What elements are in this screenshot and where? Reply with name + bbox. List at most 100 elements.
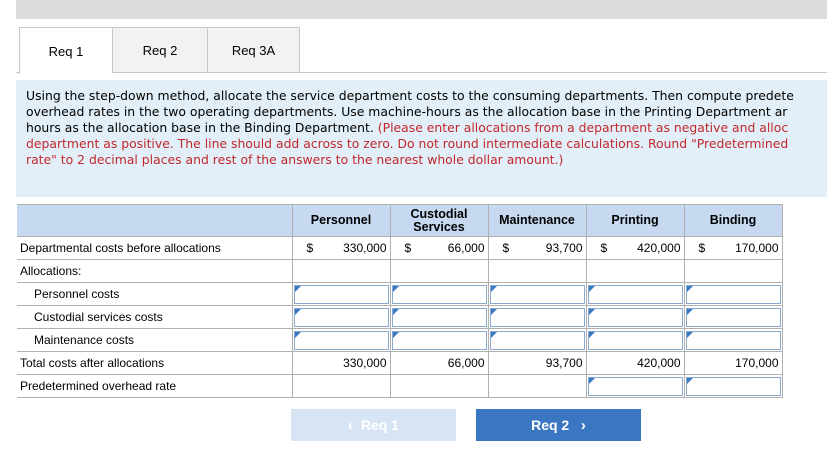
personnel-allocation-personnel-input[interactable] [293,284,389,304]
cell-value: 93,700 [545,241,583,255]
input-cell [389,305,489,329]
value-cell: $170,000 [683,236,783,260]
instructions-line: overhead rates in the two operating depa… [26,104,788,119]
row-label: Departmental costs before allocations [17,236,293,260]
cell-value: 330,000 [343,241,387,255]
tab-req-2[interactable]: Req 2 [112,27,207,73]
maintenance-allocation-custodial-input[interactable] [391,330,487,350]
total-value: 420,000 [585,351,685,375]
input-cell [585,305,685,329]
custodial-allocation-binding-input[interactable] [685,307,781,327]
tab-label: Req 1 [48,43,84,59]
instructions-line: rate" to 2 decimal places and rest of th… [26,152,564,167]
currency-symbol: $ [600,241,608,255]
tab-divider [16,72,19,73]
row-label: Maintenance costs [17,328,293,352]
input-cell [487,305,587,329]
next-req-button[interactable]: Req 2 › [476,409,641,441]
row-label: Allocations: [17,259,293,283]
printing-rate-input[interactable] [587,376,683,396]
instructions-panel: Using the step-down method, allocate the… [16,80,827,197]
header-blank [17,204,293,237]
header-maintenance: Maintenance [487,204,587,237]
input-cell [291,282,391,306]
input-cell [487,328,587,352]
input-cell [291,305,391,329]
empty-cell [291,374,391,398]
table-row: Personnel costs [17,282,783,306]
instructions-text: hours as the allocation base in the Bind… [26,120,378,135]
tab-strip: Req 1 Req 2 Req 3A [19,27,300,74]
row-label: Predetermined overhead rate [17,374,293,398]
maintenance-allocation-maintenance-input[interactable] [489,330,585,350]
header-binding: Binding [683,204,783,237]
cell-value: 170,000 [735,241,779,255]
personnel-allocation-printing-input[interactable] [587,284,683,304]
currency-symbol: $ [502,241,510,255]
maintenance-allocation-binding-input[interactable] [685,330,781,350]
total-value: 330,000 [291,351,391,375]
row-label: Custodial services costs [17,305,293,329]
table-row: Total costs after allocations 330,000 66… [17,351,783,375]
input-cell [389,282,489,306]
total-value: 66,000 [389,351,489,375]
empty-cell [683,259,783,283]
empty-cell [389,259,489,283]
empty-cell [487,259,587,283]
cell-value: 420,000 [637,241,681,255]
table-row: Departmental costs before allocations $3… [17,236,783,260]
empty-cell [487,374,587,398]
input-cell [683,328,783,352]
empty-cell [291,259,391,283]
cell-value: 66,000 [447,241,485,255]
empty-cell [389,374,489,398]
tab-req-1[interactable]: Req 1 [19,27,112,74]
total-value: 170,000 [683,351,783,375]
value-cell: $420,000 [585,236,685,260]
currency-symbol: $ [404,241,412,255]
tab-divider [112,72,827,73]
table-row: Maintenance costs [17,328,783,352]
value-cell: $66,000 [389,236,489,260]
personnel-allocation-maintenance-input[interactable] [489,284,585,304]
custodial-allocation-maintenance-input[interactable] [489,307,585,327]
currency-symbol: $ [306,241,314,255]
value-cell: $330,000 [291,236,391,260]
tab-label: Req 2 [142,42,178,58]
tab-label: Req 3A [231,42,276,58]
next-button-label: Req 2 [531,417,570,433]
header-printing: Printing [585,204,685,237]
allocation-table: Personnel Custodial Services Maintenance… [17,204,783,398]
currency-symbol: $ [698,241,706,255]
instructions-line: department as positive. The line should … [26,136,789,151]
chevron-right-icon: › [580,416,586,434]
input-cell [585,374,685,398]
personnel-allocation-custodial-input[interactable] [391,284,487,304]
maintenance-allocation-personnel-input[interactable] [293,330,389,350]
header-custodial: Custodial Services [389,204,489,237]
table-row: Allocations: [17,259,783,283]
table-row: Custodial services costs [17,305,783,329]
custodial-allocation-custodial-input[interactable] [391,307,487,327]
tab-req-3a[interactable]: Req 3A [207,27,300,73]
binding-rate-input[interactable] [685,376,781,396]
input-cell [585,328,685,352]
instructions-line: Using the step-down method, allocate the… [26,88,794,103]
custodial-allocation-personnel-input[interactable] [293,307,389,327]
input-cell [683,282,783,306]
row-label: Personnel costs [17,282,293,306]
prev-req-button[interactable]: ‹ Req 1 [291,409,456,441]
maintenance-allocation-printing-input[interactable] [587,330,683,350]
custodial-allocation-printing-input[interactable] [587,307,683,327]
personnel-allocation-binding-input[interactable] [685,284,781,304]
prev-button-label: Req 1 [360,417,399,433]
instructions-line: hours as the allocation base in the Bind… [26,120,827,136]
chevron-left-icon: ‹ [348,416,354,434]
input-cell [487,282,587,306]
input-cell [291,328,391,352]
top-bar [16,0,827,19]
input-cell [683,305,783,329]
input-cell [389,328,489,352]
table-header-row: Personnel Custodial Services Maintenance… [17,204,783,237]
input-cell [585,282,685,306]
